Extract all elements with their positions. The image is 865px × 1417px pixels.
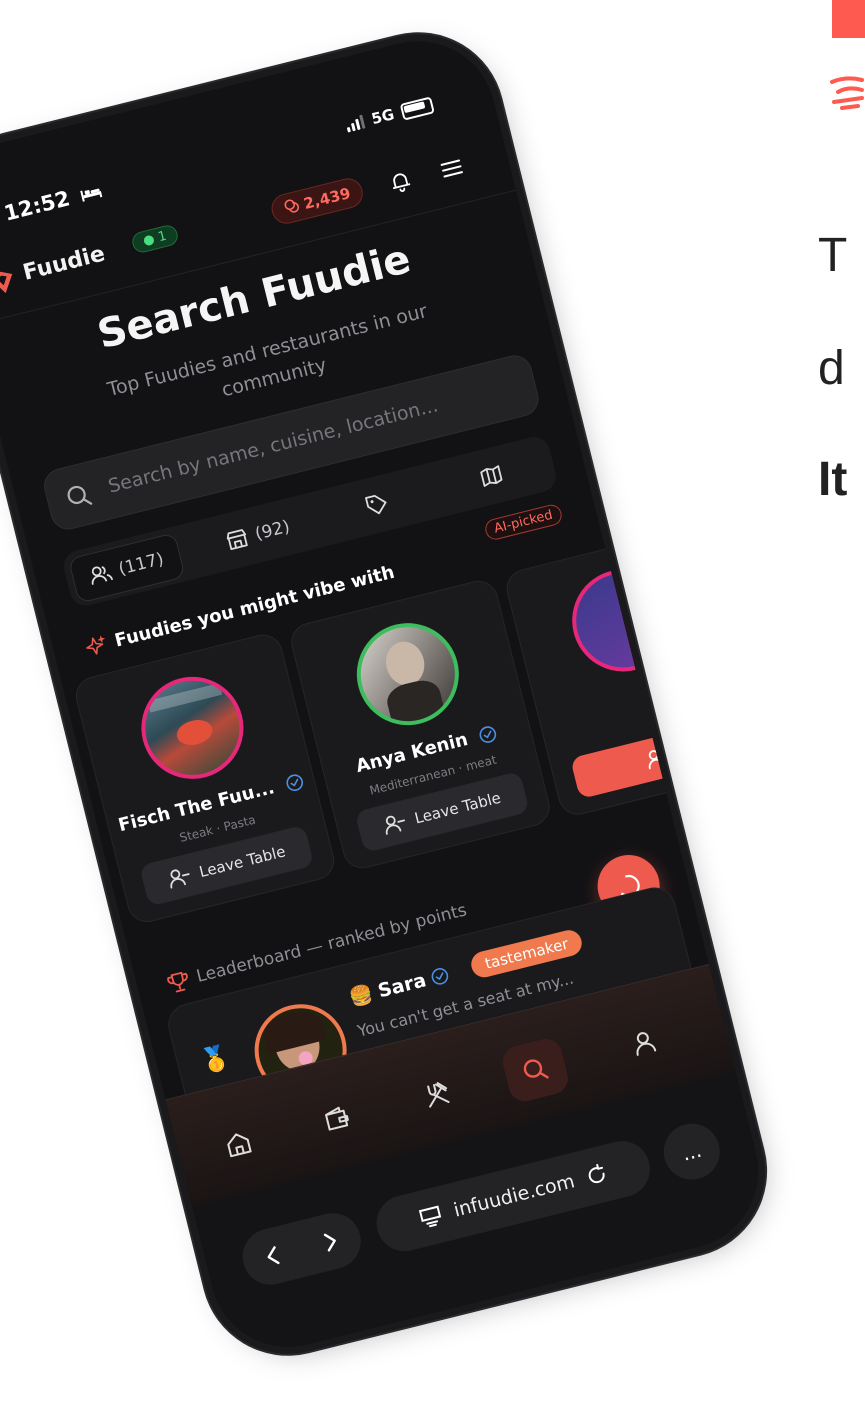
promo-accent-bar <box>832 0 865 38</box>
join-table-button[interactable] <box>570 717 746 800</box>
promo-text-line-2: d <box>818 342 845 395</box>
network-label: 5G <box>369 105 397 129</box>
bed-icon <box>80 188 103 202</box>
wallet-icon <box>325 1106 349 1131</box>
tab-restaurants[interactable]: (92) <box>206 501 311 567</box>
nav-wallet[interactable] <box>302 1085 374 1154</box>
promo-text-line-1: T <box>818 229 848 282</box>
burger-icon: 🍔 <box>346 982 376 1010</box>
verified-icon <box>431 967 449 985</box>
nav-home[interactable] <box>203 1110 275 1179</box>
store-icon <box>226 529 248 551</box>
suggestion-card-partial[interactable] <box>502 522 770 819</box>
verified-icon <box>479 726 497 743</box>
gold-medal-icon: 🥇 <box>197 1041 234 1077</box>
sparkles-icon <box>86 635 106 655</box>
nav-profile[interactable] <box>608 1009 680 1078</box>
reload-icon[interactable] <box>583 1162 610 1189</box>
home-icon <box>227 1133 252 1158</box>
ai-picked-badge: AI-picked <box>483 502 564 542</box>
address-bar[interactable]: infuudie.com <box>370 1135 656 1258</box>
avatar[interactable] <box>561 558 686 683</box>
back-chevron-icon[interactable] <box>260 1242 285 1270</box>
status-indicators: 5G <box>344 95 435 134</box>
tab-fuudies[interactable]: (117) <box>67 532 186 604</box>
users-icon <box>91 566 114 585</box>
map-icon <box>480 465 503 487</box>
tag-icon <box>365 494 387 515</box>
status-time: 12:52 <box>2 178 105 226</box>
tab-restaurants-count: (92) <box>253 516 292 545</box>
browser-nav-buttons <box>236 1207 367 1291</box>
tab-map[interactable] <box>460 448 523 504</box>
avatar[interactable] <box>346 612 470 736</box>
tab-fuudies-count: (117) <box>116 549 166 580</box>
battery-icon <box>399 95 435 121</box>
verified-icon <box>286 774 304 791</box>
nav-restaurants[interactable] <box>401 1060 473 1129</box>
user-minus-icon <box>170 869 190 889</box>
search-icon <box>67 485 93 505</box>
signal-icon <box>345 114 366 133</box>
avatar[interactable] <box>130 666 255 790</box>
profile-icon <box>636 1032 657 1056</box>
promo-squiggle-icon <box>830 76 864 110</box>
search-icon <box>523 1059 549 1079</box>
nav-search[interactable] <box>499 1035 572 1105</box>
promo-text-line-3: It <box>818 453 848 506</box>
forward-chevron-icon[interactable] <box>318 1228 343 1256</box>
url-text: infuudie.com <box>451 1170 577 1222</box>
coins-icon <box>284 199 300 213</box>
phone-screen: 12:52 5G Fuudie ● 1 2,439 Search Fuudie … <box>0 24 775 1364</box>
more-options-button[interactable]: ... <box>657 1117 726 1186</box>
trophy-icon <box>167 971 188 993</box>
user-minus-icon <box>385 815 405 835</box>
tab-tags[interactable] <box>345 477 408 533</box>
reader-mode-icon[interactable] <box>417 1203 446 1230</box>
utensils-icon <box>427 1082 450 1108</box>
